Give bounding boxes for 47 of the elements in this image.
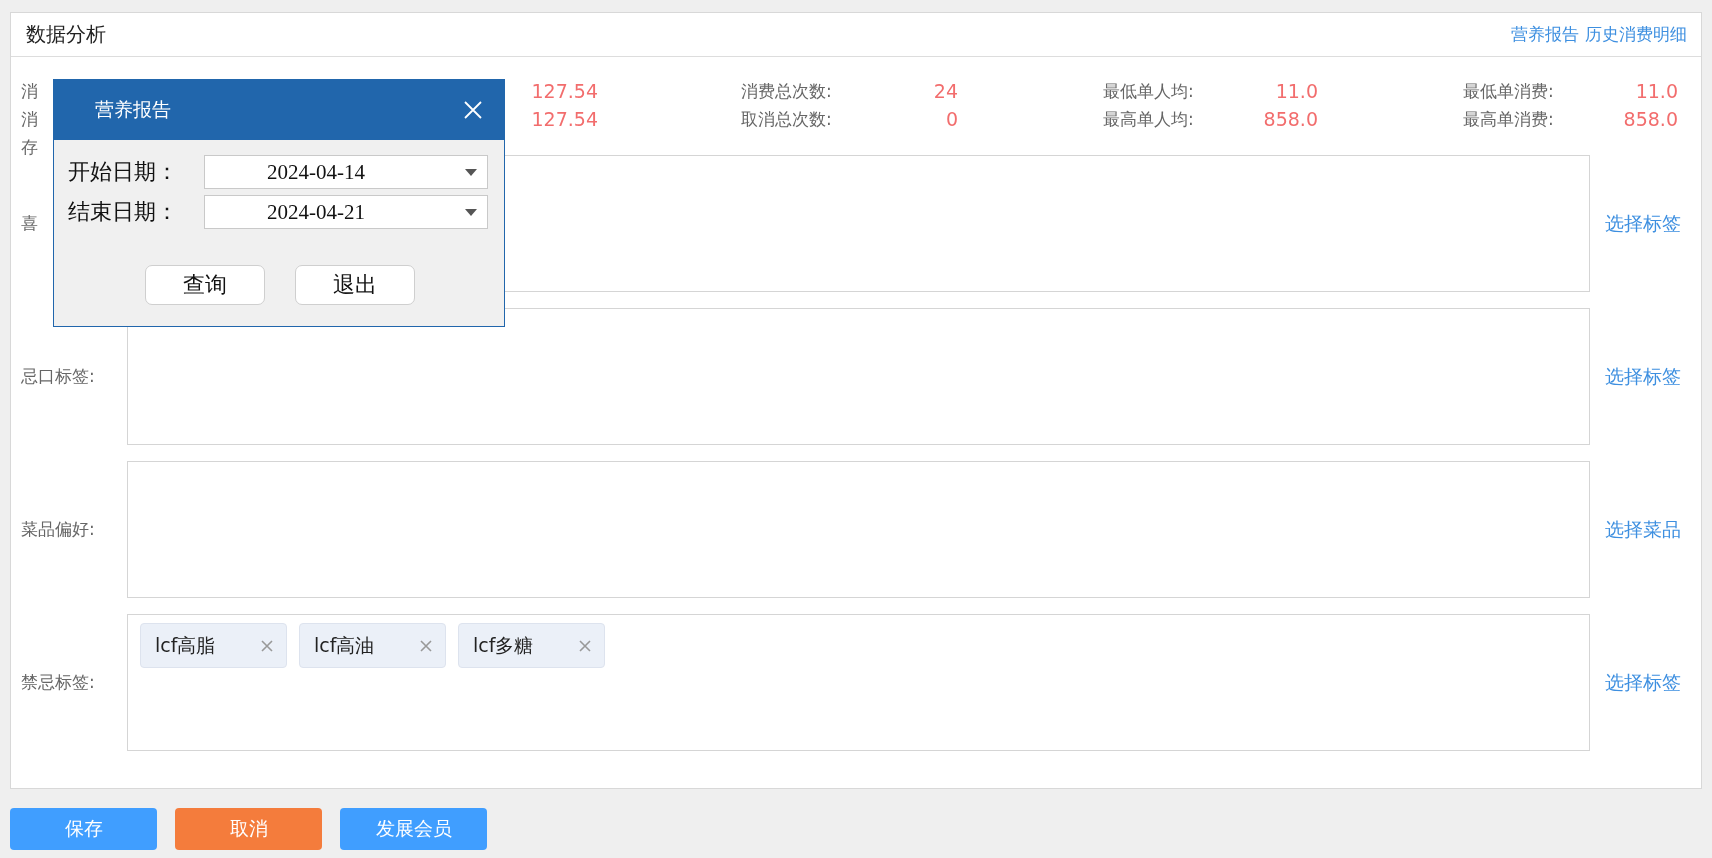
row-label: 菜品偏好: [20, 518, 96, 541]
action-button[interactable]: 保存 [10, 808, 157, 850]
select-link[interactable]: 选择标签 [1605, 669, 1681, 696]
stat-value: 11.0 [1635, 80, 1678, 102]
stat-value: 858.0 [1623, 108, 1678, 130]
stat-label: 最低单人均: [1103, 79, 1194, 103]
action-button[interactable]: 取消 [175, 808, 322, 850]
close-icon[interactable] [578, 638, 592, 653]
dialog-button[interactable]: 退出 [295, 265, 415, 305]
field-label: 开始日期： [68, 158, 179, 186]
row-label: 喜 [20, 212, 39, 235]
dialog-button[interactable]: 查询 [145, 265, 265, 305]
close-icon[interactable] [260, 638, 274, 653]
date-select[interactable]: 2024-04-14 [204, 155, 488, 189]
close-icon[interactable] [419, 638, 433, 653]
header-link[interactable]: 历史消费明细 [1585, 23, 1687, 46]
dialog-title: 营养报告 [95, 97, 171, 122]
action-button[interactable]: 发展会员 [340, 808, 487, 850]
row-label: 忌口标签: [20, 365, 96, 388]
stat-label: 消 [21, 79, 38, 103]
tag-box[interactable]: lcf高脂 lcf高油 lcf多糖 [127, 614, 1590, 751]
stat-value: 11.0 [1275, 80, 1318, 102]
stat-value: 127.54 [531, 80, 598, 102]
row-label: 禁忌标签: [20, 671, 96, 694]
stat-label: 最高单人均: [1103, 107, 1194, 131]
stat-value: 0 [945, 108, 958, 130]
tag-label: lcf高脂 [155, 632, 216, 658]
stat-value: 24 [933, 80, 958, 102]
stat-value: 127.54 [531, 108, 598, 130]
tag-label: lcf多糖 [473, 632, 534, 658]
select-link[interactable]: 选择菜品 [1605, 516, 1681, 543]
date-select[interactable]: 2024-04-21 [204, 195, 488, 229]
select-link[interactable]: 选择标签 [1605, 210, 1681, 237]
stat-label: 消 [21, 107, 38, 131]
stat-label: 存 [21, 135, 38, 159]
stat-label: 取消总次数: [741, 107, 832, 131]
stat-label: 最高单消费: [1463, 107, 1554, 131]
select-link[interactable]: 选择标签 [1605, 363, 1681, 390]
stat-value: 858.0 [1263, 108, 1318, 130]
tag-label: lcf高油 [314, 632, 375, 658]
field-label: 结束日期： [68, 198, 179, 226]
header-link[interactable]: 营养报告 [1511, 23, 1579, 46]
stat-label: 消费总次数: [741, 79, 832, 103]
caret-icon [465, 168, 477, 176]
stat-label: 最低单消费: [1463, 79, 1554, 103]
panel-title: 数据分析 [26, 21, 106, 48]
caret-icon [465, 208, 477, 216]
